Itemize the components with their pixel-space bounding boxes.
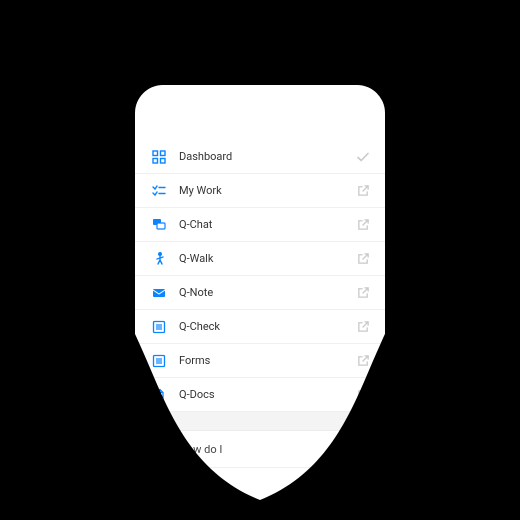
checklist-icon (151, 183, 167, 199)
menu-item-label: Q-Check (167, 320, 355, 333)
menu-item-label: Dashboard (167, 150, 355, 163)
menu-item-howdoi[interactable]: ? How do I (135, 431, 385, 468)
menu-item-label: Q-Walk (167, 252, 355, 265)
form-icon (151, 353, 167, 369)
menu-item-qdocs[interactable]: Q-Docs (135, 378, 385, 412)
open-external-icon[interactable] (355, 353, 371, 369)
open-external-icon[interactable] (355, 217, 371, 233)
check-icon (355, 149, 371, 165)
menu-item-label: About (167, 480, 355, 493)
menu-item-qcheck[interactable]: Q-Check (135, 310, 385, 344)
phone-frame: Dashboard My Work Q-Chat (135, 85, 385, 520)
svg-text:?: ? (157, 445, 162, 455)
menu-item-about[interactable]: About (135, 468, 385, 505)
menu-item-label: How do I (167, 443, 355, 456)
document-icon (151, 387, 167, 403)
menu-item-qchat[interactable]: Q-Chat (135, 208, 385, 242)
section-divider (135, 412, 385, 431)
menu-item-mywork[interactable]: My Work (135, 174, 385, 208)
info-icon (151, 478, 167, 494)
menu-item-qwalk[interactable]: Q-Walk (135, 242, 385, 276)
toggle-switch[interactable] (355, 515, 371, 520)
menu-item-label: Q-Docs (167, 388, 355, 401)
open-external-icon[interactable] (355, 183, 371, 199)
open-external-icon[interactable] (355, 319, 371, 335)
chat-icon (151, 217, 167, 233)
menu-item-label: My Work (167, 184, 355, 197)
dashboard-icon (151, 149, 167, 165)
menu-item-qnote[interactable]: Q-Note (135, 276, 385, 310)
chevron-right-icon (355, 441, 371, 457)
help-icon: ? (151, 441, 167, 457)
menu-item-forms[interactable]: Forms (135, 344, 385, 378)
menu-list: Dashboard My Work Q-Chat (135, 140, 385, 520)
list-icon (151, 319, 167, 335)
device-icon (151, 515, 167, 520)
open-external-icon[interactable] (355, 285, 371, 301)
walk-icon (151, 251, 167, 267)
menu-item-label: Private Device (167, 517, 355, 520)
menu-item-label: Forms (167, 354, 355, 367)
chevron-right-icon (355, 478, 371, 494)
open-external-icon[interactable] (355, 387, 371, 403)
menu-item-label: Q-Chat (167, 218, 355, 231)
mail-icon (151, 285, 167, 301)
menu-item-label: Q-Note (167, 286, 355, 299)
menu-item-dashboard[interactable]: Dashboard (135, 140, 385, 174)
open-external-icon[interactable] (355, 251, 371, 267)
menu-item-private-device[interactable]: Private Device (135, 505, 385, 520)
